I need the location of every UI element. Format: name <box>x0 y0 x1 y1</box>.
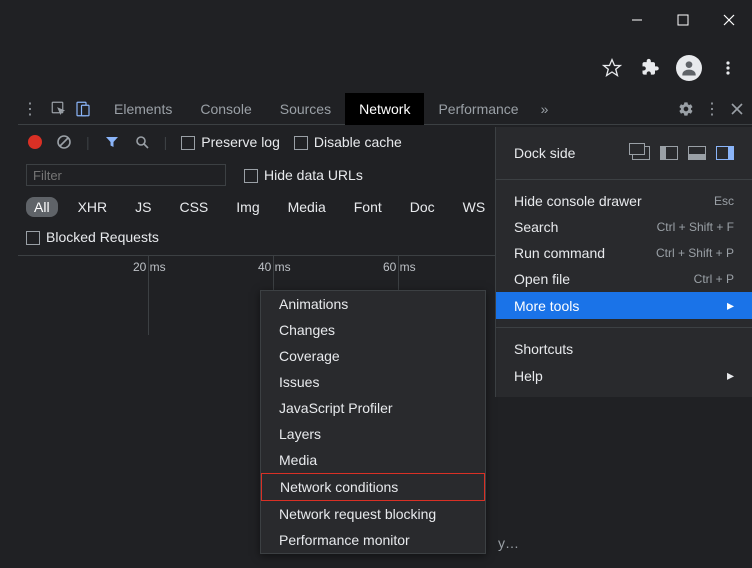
devtools-main-menu: Dock side Hide console drawer Esc Search… <box>495 127 752 397</box>
devtools-tab-bar: ⋮ Elements Console Sources Network Perfo… <box>18 93 752 125</box>
menu-shortcut: Esc <box>714 194 734 208</box>
preserve-log-label: Preserve log <box>201 134 280 150</box>
submenu-arrow-icon: ▸ <box>727 367 734 384</box>
menu-issues[interactable]: Issues <box>261 369 485 395</box>
menu-shortcut: Ctrl + Shift + F <box>657 220 734 234</box>
filter-img[interactable]: Img <box>228 197 267 217</box>
settings-gear-icon[interactable] <box>678 101 694 117</box>
tab-elements[interactable]: Elements <box>100 93 186 125</box>
menu-layers[interactable]: Layers <box>261 421 485 447</box>
filter-doc[interactable]: Doc <box>402 197 443 217</box>
menu-label: Run command <box>514 245 605 261</box>
tab-console[interactable]: Console <box>186 93 265 125</box>
menu-changes[interactable]: Changes <box>261 317 485 343</box>
filter-ws[interactable]: WS <box>455 197 494 217</box>
disable-cache-checkbox[interactable]: Disable cache <box>294 134 402 150</box>
tab-network[interactable]: Network <box>345 93 424 125</box>
menu-label: Shortcuts <box>514 341 573 357</box>
menu-network-request-blocking[interactable]: Network request blocking <box>261 501 485 527</box>
devtools-drag-icon[interactable]: ⋮ <box>18 99 42 119</box>
submenu-arrow-icon: ▸ <box>727 297 734 314</box>
menu-label: More tools <box>514 298 579 314</box>
blocked-requests-label: Blocked Requests <box>46 229 159 245</box>
bookmark-star-icon[interactable] <box>600 56 624 80</box>
menu-run-command[interactable]: Run command Ctrl + Shift + P <box>496 240 752 266</box>
close-window-button[interactable] <box>706 0 752 40</box>
filter-media[interactable]: Media <box>280 197 334 217</box>
menu-label: Open file <box>514 271 570 287</box>
filter-input[interactable] <box>26 164 226 186</box>
more-tools-submenu: Animations Changes Coverage Issues JavaS… <box>260 290 486 554</box>
filter-all[interactable]: All <box>26 197 58 217</box>
tab-sources[interactable]: Sources <box>266 93 345 125</box>
menu-label: Search <box>514 219 558 235</box>
menu-performance-monitor[interactable]: Performance monitor <box>261 527 485 553</box>
dock-left-icon[interactable] <box>660 146 678 160</box>
menu-shortcut: Ctrl + Shift + P <box>656 246 734 260</box>
menu-label: Help <box>514 368 543 384</box>
extensions-icon[interactable] <box>638 56 662 80</box>
preserve-log-checkbox[interactable]: Preserve log <box>181 134 280 150</box>
devtools-close-icon[interactable] <box>730 102 744 116</box>
profile-avatar[interactable] <box>676 55 702 81</box>
menu-coverage[interactable]: Coverage <box>261 343 485 369</box>
blocked-requests-checkbox[interactable]: Blocked Requests <box>26 229 159 245</box>
devtools-more-icon[interactable]: ⋮ <box>704 99 720 119</box>
hide-data-urls-label: Hide data URLs <box>264 167 363 183</box>
menu-search[interactable]: Search Ctrl + Shift + F <box>496 214 752 240</box>
menu-hide-drawer[interactable]: Hide console drawer Esc <box>496 188 752 214</box>
menu-js-profiler[interactable]: JavaScript Profiler <box>261 395 485 421</box>
obscured-text: y… <box>498 535 519 551</box>
menu-label: Hide console drawer <box>514 193 642 209</box>
menu-open-file[interactable]: Open file Ctrl + P <box>496 266 752 292</box>
minimize-button[interactable] <box>614 0 660 40</box>
disable-cache-label: Disable cache <box>314 134 402 150</box>
menu-help[interactable]: Help ▸ <box>496 362 752 389</box>
dock-right-icon[interactable] <box>716 146 734 160</box>
dock-undock-icon[interactable] <box>632 146 650 160</box>
inspect-element-icon[interactable] <box>50 100 68 118</box>
filter-js[interactable]: JS <box>127 197 159 217</box>
clear-icon[interactable] <box>56 134 72 150</box>
tabs-overflow-icon[interactable]: » <box>533 93 557 125</box>
maximize-button[interactable] <box>660 0 706 40</box>
menu-more-tools[interactable]: More tools ▸ <box>496 292 752 319</box>
filter-css[interactable]: CSS <box>171 197 216 217</box>
menu-shortcut: Ctrl + P <box>694 272 734 286</box>
dock-bottom-icon[interactable] <box>688 146 706 160</box>
search-icon[interactable] <box>134 134 150 150</box>
menu-network-conditions[interactable]: Network conditions <box>261 473 485 501</box>
filter-xhr[interactable]: XHR <box>70 197 116 217</box>
device-toggle-icon[interactable] <box>74 100 92 118</box>
filter-font[interactable]: Font <box>346 197 390 217</box>
timeline-tick: 60 ms <box>383 260 416 274</box>
menu-media[interactable]: Media <box>261 447 485 473</box>
menu-animations[interactable]: Animations <box>261 291 485 317</box>
filter-funnel-icon[interactable] <box>104 134 120 150</box>
browser-menu-icon[interactable] <box>716 56 740 80</box>
timeline-tick: 20 ms <box>133 260 166 274</box>
dock-side-label: Dock side <box>514 145 575 161</box>
tab-performance[interactable]: Performance <box>424 93 532 125</box>
timeline-tick: 40 ms <box>258 260 291 274</box>
menu-shortcuts[interactable]: Shortcuts <box>496 336 752 362</box>
hide-data-urls-checkbox[interactable]: Hide data URLs <box>244 167 363 183</box>
record-button[interactable] <box>28 135 42 149</box>
